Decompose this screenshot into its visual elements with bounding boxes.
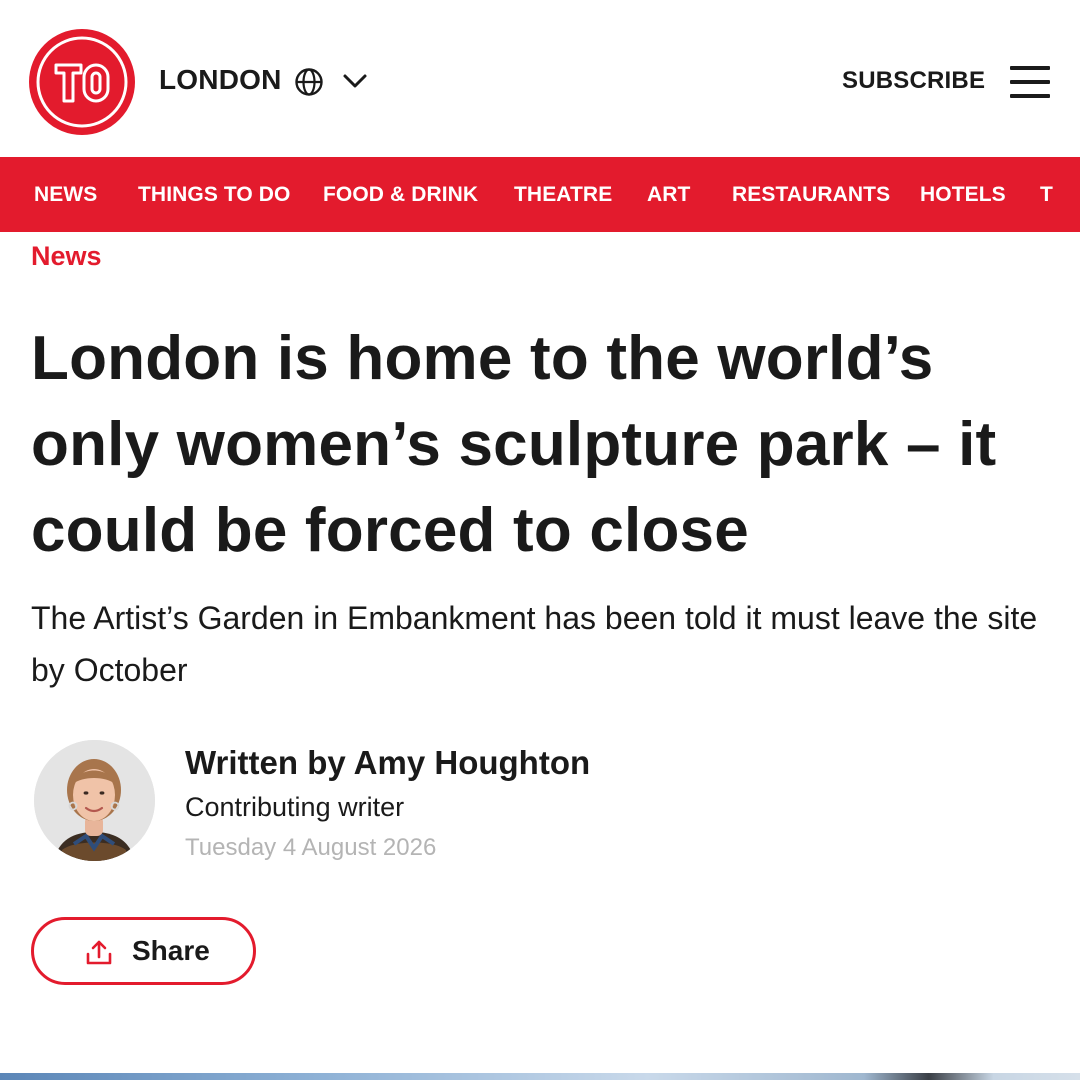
author-avatar[interactable] xyxy=(34,740,155,861)
time-out-logo[interactable] xyxy=(29,29,135,135)
nav-item-overflow[interactable]: T xyxy=(1040,183,1053,207)
author-role: Contributing writer xyxy=(185,792,405,822)
chevron-down-icon[interactable] xyxy=(341,70,369,92)
section-kicker[interactable]: News xyxy=(31,241,102,272)
city-selector-label[interactable]: LONDON xyxy=(159,64,282,96)
article-standfirst: The Artist’s Garden in Embankment has be… xyxy=(31,600,1038,688)
article-headline: London is home to the world’s only women… xyxy=(31,324,997,565)
share-button[interactable]: Share xyxy=(31,917,256,985)
site-header: LONDON SUBSCRIBE xyxy=(0,0,1080,157)
subscribe-link[interactable]: SUBSCRIBE xyxy=(842,67,985,95)
author-photo xyxy=(34,740,155,861)
nav-item-food-drink[interactable]: FOOD & DRINK xyxy=(323,183,478,207)
section-nav: NEWS THINGS TO DO FOOD & DRINK THEATRE A… xyxy=(0,157,1080,232)
nav-item-art[interactable]: ART xyxy=(647,183,690,207)
menu-bar xyxy=(1010,94,1050,98)
hamburger-menu-icon[interactable] xyxy=(1010,66,1050,98)
nav-item-theatre[interactable]: THEATRE xyxy=(514,183,612,207)
menu-bar xyxy=(1010,80,1050,84)
logo-mark xyxy=(36,36,128,128)
page: LONDON SUBSCRIBE NEWS THINGS TO DO FOOD … xyxy=(0,0,1080,1080)
hero-image-edge xyxy=(0,1073,1080,1080)
share-button-label: Share xyxy=(132,935,210,966)
nav-item-hotels[interactable]: HOTELS xyxy=(920,183,1006,207)
nav-item-news[interactable]: NEWS xyxy=(34,183,97,207)
nav-item-things-to-do[interactable]: THINGS TO DO xyxy=(138,183,291,207)
menu-bar xyxy=(1010,66,1050,70)
publish-date: Tuesday 4 August 2026 xyxy=(185,834,437,861)
share-icon xyxy=(86,940,112,965)
author-byline[interactable]: Written by Amy Houghton xyxy=(185,744,590,782)
nav-item-restaurants[interactable]: RESTAURANTS xyxy=(732,183,890,207)
globe-icon[interactable] xyxy=(294,67,324,97)
